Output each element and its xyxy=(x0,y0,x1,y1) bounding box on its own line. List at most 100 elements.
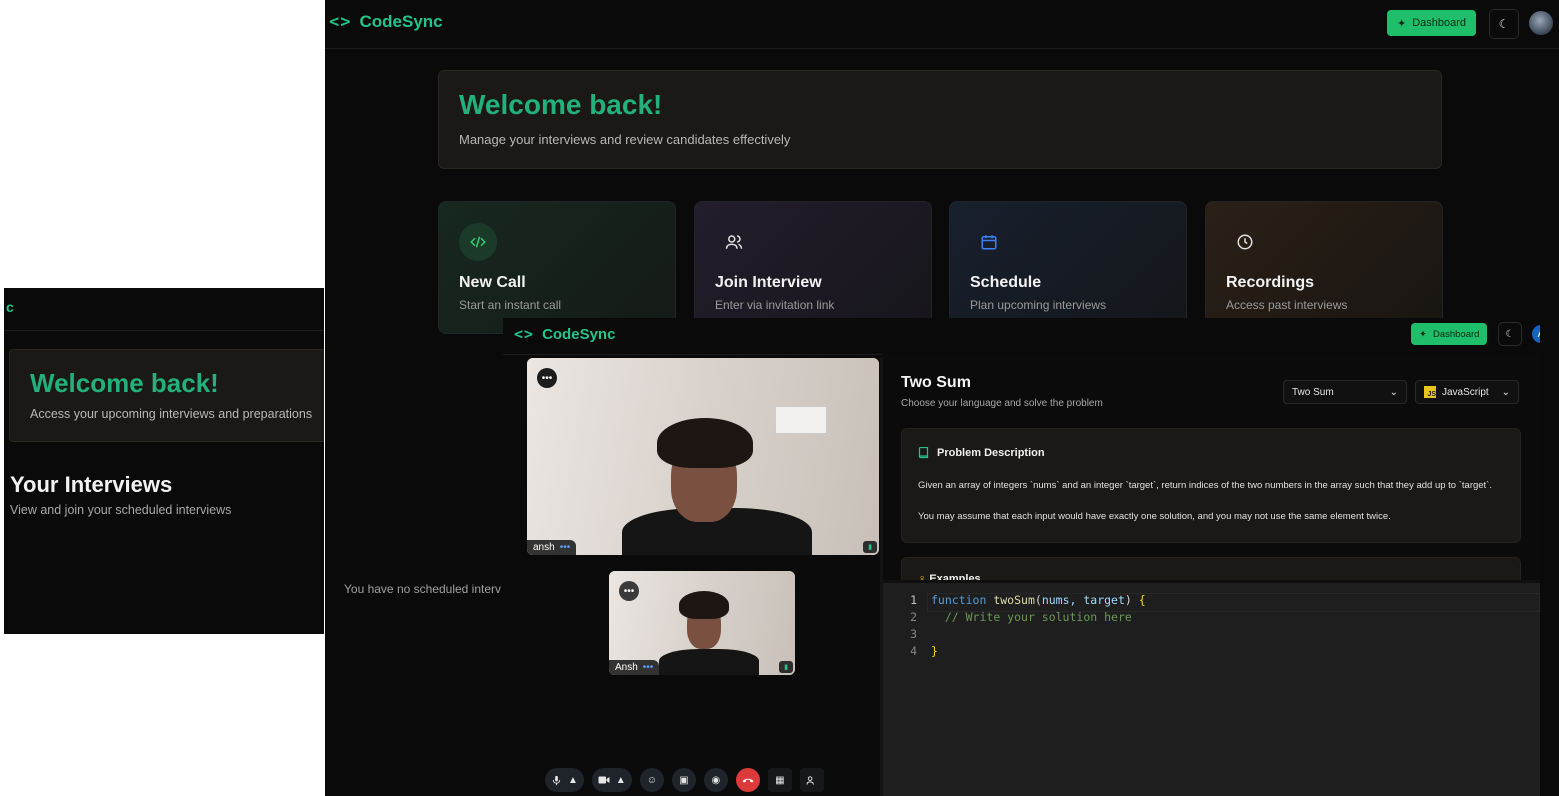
code-text[interactable]: function twoSum(nums, target) { xyxy=(931,593,1146,607)
phone-end-icon xyxy=(742,778,754,783)
code-editor[interactable]: 1 function twoSum(nums, target) { 2 // W… xyxy=(883,583,1540,796)
action-card-subtitle: Access past interviews xyxy=(1226,298,1348,312)
more-icon: ••• xyxy=(623,585,635,597)
wall-socket xyxy=(775,406,827,434)
problem-title: Two Sum xyxy=(901,374,971,391)
chevron-up-icon[interactable]: ▲ xyxy=(616,775,626,786)
welcome-title: Welcome back! xyxy=(459,89,663,120)
participant-name-tag: ansh ••• xyxy=(527,540,577,555)
language-select-value: JavaScript xyxy=(1442,386,1489,398)
language-select[interactable]: JS JavaScript ⌄ xyxy=(1415,380,1519,404)
heading-text: Problem Description xyxy=(937,447,1045,459)
welcome-card: Welcome back! Access your upcoming inter… xyxy=(9,349,324,442)
person-hair xyxy=(657,418,753,468)
editor-line: 1 function twoSum(nums, target) { xyxy=(883,593,1146,610)
call-controls-bar: ▲ ▲ ☺ ▣ ◉ ▦ xyxy=(545,768,824,792)
line-number: 3 xyxy=(910,627,917,641)
welcome-card: Welcome back! Manage your interviews and… xyxy=(438,70,1442,169)
problem-select[interactable]: Two Sum ⌄ xyxy=(1283,380,1407,404)
problem-panel: Two Sum Choose your language and solve t… xyxy=(883,354,1540,599)
welcome-subtitle: Manage your interviews and review candid… xyxy=(459,132,791,147)
code-text[interactable]: // Write your solution here xyxy=(931,610,1132,624)
brand-name[interactable]: c xyxy=(6,299,14,315)
camera-toggle-button[interactable]: ▲ xyxy=(591,768,632,792)
record-icon: ◉ xyxy=(711,774,721,786)
participant-video-self[interactable]: ••• Ansh ••• ▮ xyxy=(609,571,795,675)
video-menu-button[interactable]: ••• xyxy=(619,581,639,601)
code-brackets-icon: <> xyxy=(329,12,352,32)
problem-subtitle: Choose your language and solve the probl… xyxy=(901,398,1103,409)
brand-logo[interactable]: <> CodeSync xyxy=(329,12,443,32)
code-text[interactable]: } xyxy=(931,644,938,658)
signal-icon: ▮ xyxy=(863,541,877,553)
line-number: 4 xyxy=(910,644,917,658)
participant-options[interactable]: ••• xyxy=(560,542,571,553)
problem-description-heading: Problem Description xyxy=(918,447,1045,459)
reactions-button[interactable]: ☺ xyxy=(639,768,664,792)
end-call-button[interactable] xyxy=(735,768,760,792)
problem-constraint-text: You may assume that each input would hav… xyxy=(918,511,1391,522)
screen-share-icon: ▣ xyxy=(679,774,689,786)
video-menu-button[interactable]: ••• xyxy=(537,368,557,388)
dashboard-button[interactable]: ✦ Dashboard xyxy=(1387,10,1477,36)
layout-button[interactable]: ▦ xyxy=(767,768,792,792)
chevron-up-icon[interactable]: ▲ xyxy=(568,775,578,786)
person-body xyxy=(659,649,759,675)
brand-logo[interactable]: <> CodeSync xyxy=(514,325,615,343)
brand-name: CodeSync xyxy=(359,12,443,31)
problem-select-value: Two Sum xyxy=(1292,386,1334,398)
action-card-new-call[interactable]: New Call Start an instant call xyxy=(438,201,676,334)
problem-description-text: Given an array of integers `nums` and an… xyxy=(918,480,1492,491)
theme-toggle-button[interactable]: ☾ xyxy=(1489,9,1519,39)
microphone-icon xyxy=(552,775,561,785)
code-icon xyxy=(459,223,497,261)
candidate-dashboard-window: c Welcome back! Access your upcoming int… xyxy=(4,288,324,634)
moon-icon: ☾ xyxy=(1498,17,1510,31)
top-navbar: <> CodeSync ✦ Dashboard ☾ xyxy=(325,0,1559,49)
brand-name: CodeSync xyxy=(542,325,616,343)
camera-icon xyxy=(598,776,610,784)
user-avatar[interactable] xyxy=(1529,11,1553,35)
calendar-icon xyxy=(970,223,1008,261)
action-card-title: Join Interview xyxy=(715,274,822,291)
users-icon xyxy=(715,223,753,261)
sparkles-icon: ✦ xyxy=(1419,328,1427,340)
action-card-title: Schedule xyxy=(970,274,1042,291)
line-number: 1 xyxy=(910,593,917,607)
mic-toggle-button[interactable]: ▲ xyxy=(545,768,584,792)
participants-button[interactable] xyxy=(799,768,824,792)
line-number: 2 xyxy=(910,610,917,624)
signal-icon: ▮ xyxy=(779,661,793,673)
top-navbar: <> CodeSync ✦ Dashboard ☾ A xyxy=(503,318,1540,355)
code-brackets-icon: <> xyxy=(514,325,535,343)
user-avatar[interactable]: A xyxy=(1532,325,1540,343)
action-card-join-interview[interactable]: Join Interview Enter via invitation link xyxy=(694,201,932,334)
record-button[interactable]: ◉ xyxy=(703,768,728,792)
participant-name-tag: Ansh ••• xyxy=(609,660,660,675)
section-title: Your Interviews xyxy=(10,472,173,497)
action-card-recordings[interactable]: Recordings Access past interviews xyxy=(1205,201,1443,334)
empty-interviews-message: You have no scheduled interv xyxy=(344,582,502,596)
editor-line: 2 // Write your solution here xyxy=(883,610,1132,627)
welcome-subtitle: Access your upcoming interviews and prep… xyxy=(30,407,313,421)
moon-icon: ☾ xyxy=(1505,328,1515,340)
screen-share-button[interactable]: ▣ xyxy=(671,768,696,792)
chevron-down-icon: ⌄ xyxy=(1501,386,1510,398)
participant-options[interactable]: ••• xyxy=(643,662,654,673)
action-card-title: New Call xyxy=(459,274,526,291)
javascript-icon: JS xyxy=(1424,386,1436,398)
interview-room-window: <> CodeSync ✦ Dashboard ☾ A ••• ansh •••… xyxy=(503,318,1540,796)
dashboard-button[interactable]: ✦ Dashboard xyxy=(1411,323,1488,345)
action-card-schedule[interactable]: Schedule Plan upcoming interviews xyxy=(949,201,1187,334)
person-hair xyxy=(679,591,729,619)
editor-line: 4 } xyxy=(883,644,938,661)
participant-video-main[interactable]: ••• ansh ••• ▮ xyxy=(527,358,879,555)
participant-name: Ansh xyxy=(615,662,638,673)
layout-icon: ▦ xyxy=(775,774,785,786)
chevron-down-icon: ⌄ xyxy=(1389,386,1398,398)
more-icon: ••• xyxy=(541,372,553,384)
top-navbar: c xyxy=(4,288,324,331)
theme-toggle-button[interactable]: ☾ xyxy=(1498,322,1522,346)
clock-icon xyxy=(1226,223,1264,261)
participants-icon xyxy=(806,775,815,785)
